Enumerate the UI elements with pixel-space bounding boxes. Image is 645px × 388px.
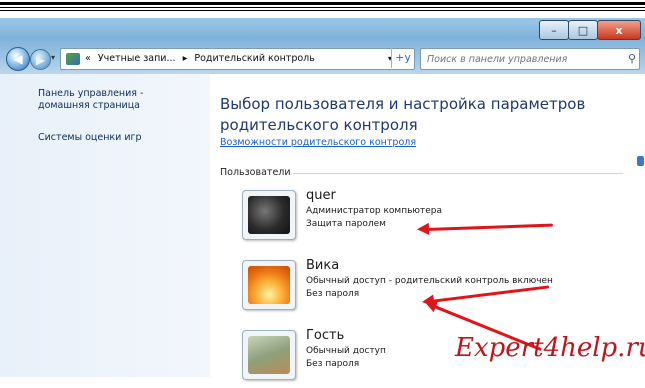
refresh-icon[interactable]: +y: [391, 48, 414, 68]
avatar: [242, 330, 296, 380]
page-title: Выбор пользователя и настройка параметро…: [220, 94, 600, 136]
section-divider: [293, 173, 623, 174]
sidebar-item-label: Панель управления -: [38, 88, 144, 99]
navigation-bar: ◀ ▶ ▾ « Учетные запи... ▸ Родительский к…: [0, 44, 645, 72]
back-button[interactable]: ◀: [6, 47, 30, 71]
screenshot-top-border: [0, 0, 645, 18]
watermark: Expert4help.ru: [455, 333, 645, 363]
user-role: Администратор компьютера: [306, 206, 442, 216]
maximize-button[interactable]: □: [568, 20, 598, 40]
search-icon[interactable]: ⚲: [628, 49, 636, 69]
search-box[interactable]: ⚲: [420, 48, 640, 70]
avatar: [242, 190, 296, 240]
breadcrumb-overflow[interactable]: «: [85, 53, 91, 64]
address-bar[interactable]: « Учетные запи... ▸ Родительский контрол…: [60, 48, 415, 70]
recent-pages-dropdown-icon[interactable]: ▾: [51, 53, 55, 62]
forward-button[interactable]: ▶: [30, 49, 51, 70]
sidebar: Панель управления - домашняя страница Си…: [0, 74, 210, 377]
page-title-line2: родительского контроля: [220, 116, 418, 134]
user-password-status: Защита паролем: [306, 219, 386, 229]
window-controls: – □ x: [539, 20, 641, 40]
main-panel: Выбор пользователя и настройка параметро…: [220, 74, 642, 380]
breadcrumb-user-accounts[interactable]: Учетные запи...: [98, 53, 176, 64]
users-section-label: Пользователи: [220, 167, 291, 178]
sidebar-item-label: Системы оценки игр: [38, 132, 142, 143]
breadcrumb-parental-controls[interactable]: Родительский контроль: [194, 53, 314, 64]
breadcrumb-separator[interactable]: ▸: [183, 53, 188, 64]
help-icon[interactable]: [637, 156, 644, 166]
user-name: quer: [306, 188, 336, 203]
user-password-status: Без пароля: [306, 359, 360, 369]
user-tile-quer[interactable]: quer Администратор компьютера Защита пар…: [242, 188, 642, 248]
minimize-button[interactable]: –: [539, 20, 569, 40]
sidebar-item-game-ratings[interactable]: Системы оценки игр: [38, 132, 142, 144]
parental-controls-features-link[interactable]: Возможности родительского контроля: [220, 137, 416, 148]
user-name: Гость: [306, 328, 345, 343]
sidebar-item-control-panel-home[interactable]: Панель управления - домашняя страница: [38, 88, 143, 112]
close-button[interactable]: x: [597, 20, 641, 40]
sidebar-item-label: домашняя страница: [38, 100, 141, 111]
user-role: Обычный доступ - родительский контроль в…: [306, 276, 553, 286]
user-role: Обычный доступ: [306, 346, 386, 356]
user-name: Вика: [306, 258, 340, 273]
user-password-status: Без пароля: [306, 289, 360, 299]
control-panel-icon: [66, 53, 80, 65]
avatar: [242, 260, 296, 310]
search-input[interactable]: [421, 49, 623, 69]
breadcrumb: « Учетные запи... ▸ Родительский контрол…: [85, 49, 319, 69]
page-title-line1: Выбор пользователя и настройка параметро…: [220, 95, 586, 113]
